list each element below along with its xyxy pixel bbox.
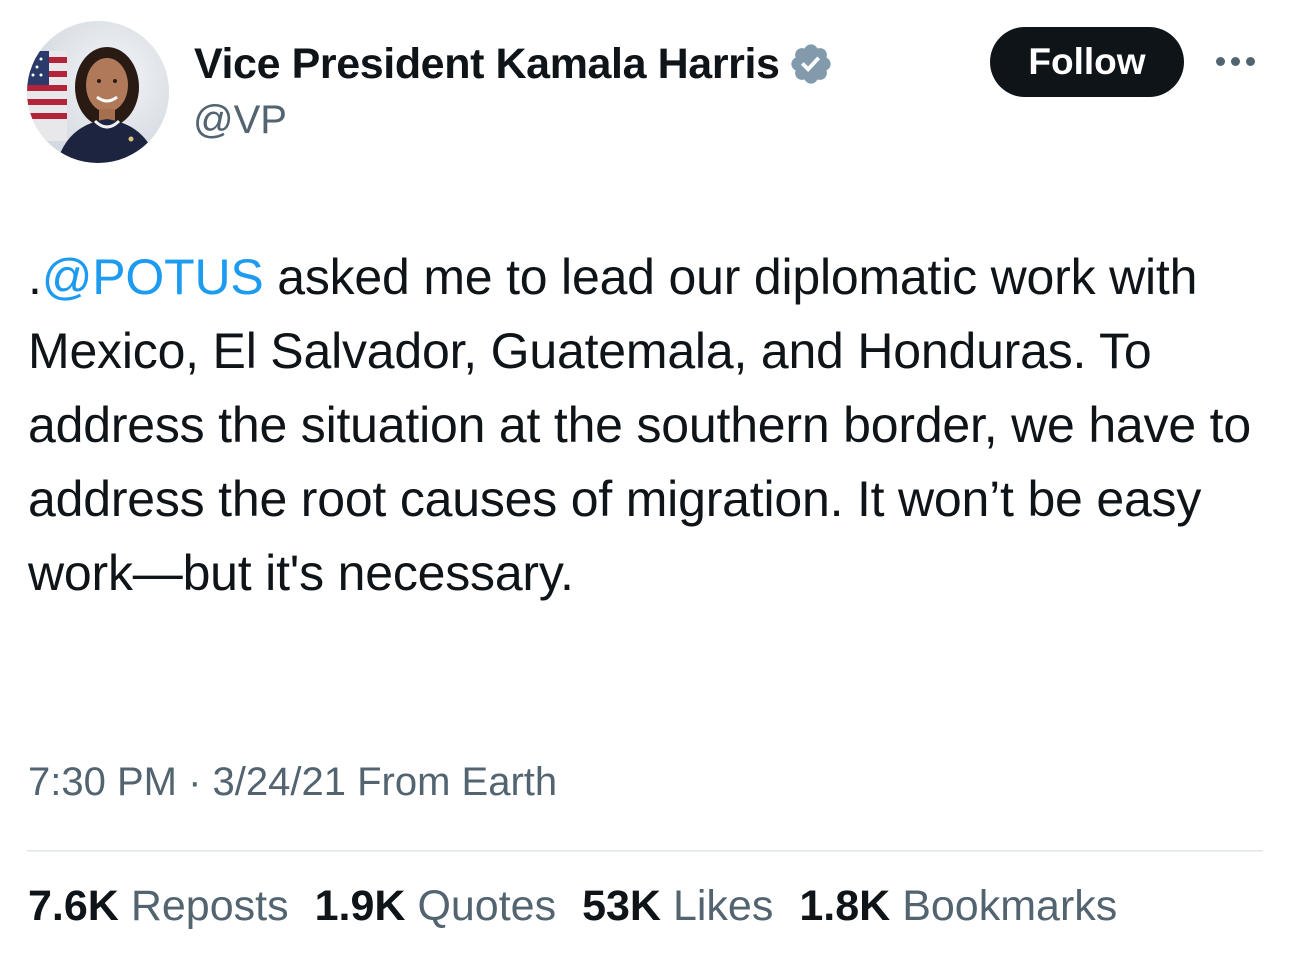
profile-photo-icon [27, 21, 169, 163]
meta-separator: · [176, 760, 213, 804]
stat-count: 7.6K [28, 882, 119, 930]
verified-badge-icon[interactable] [788, 41, 834, 87]
avatar[interactable] [27, 21, 169, 163]
tweet-date[interactable]: 3/24/21 [213, 760, 346, 804]
tweet-source: From Earth [357, 760, 558, 804]
tweet-card: Vice President Kamala Harris @VP Follow … [0, 0, 1290, 972]
stat-label: Reposts [130, 882, 289, 930]
more-horizontal-icon [1216, 56, 1255, 66]
more-dot [1231, 56, 1240, 66]
stat-quotes[interactable]: 1.9K Quotes [315, 882, 556, 931]
engagement-stats: 7.6K Reposts 1.9K Quotes 53K Likes 1.8K … [28, 882, 1143, 931]
stat-label: Likes [672, 882, 774, 930]
stat-label: Quotes [417, 882, 557, 930]
more-options-button[interactable] [1210, 46, 1266, 76]
divider [27, 850, 1263, 852]
author-handle[interactable]: @VP [193, 98, 287, 143]
stat-bookmarks[interactable]: 1.8K Bookmarks [799, 882, 1117, 931]
stat-count: 53K [582, 882, 661, 930]
more-dot [1216, 56, 1225, 66]
stat-reposts[interactable]: 7.6K Reposts [28, 882, 289, 931]
tweet-text-prefix: . [28, 249, 42, 305]
author-name-row: Vice President Kamala Harris [194, 36, 834, 92]
more-dot [1246, 56, 1255, 66]
author-display-name[interactable]: Vice President Kamala Harris [194, 40, 780, 89]
stat-count: 1.9K [314, 882, 406, 930]
tweet-time[interactable]: 7:30 PM [28, 760, 177, 804]
stat-label: Bookmarks [902, 882, 1118, 930]
stat-count: 1.8K [799, 882, 891, 930]
follow-button[interactable]: Follow [990, 27, 1184, 97]
stat-likes[interactable]: 53K Likes [582, 882, 773, 931]
mention-link[interactable]: @POTUS [42, 249, 264, 305]
tweet-meta: 7:30 PM · 3/24/21 From Earth [28, 760, 557, 805]
tweet-text: .@POTUS asked me to lead our diplomatic … [28, 240, 1268, 610]
